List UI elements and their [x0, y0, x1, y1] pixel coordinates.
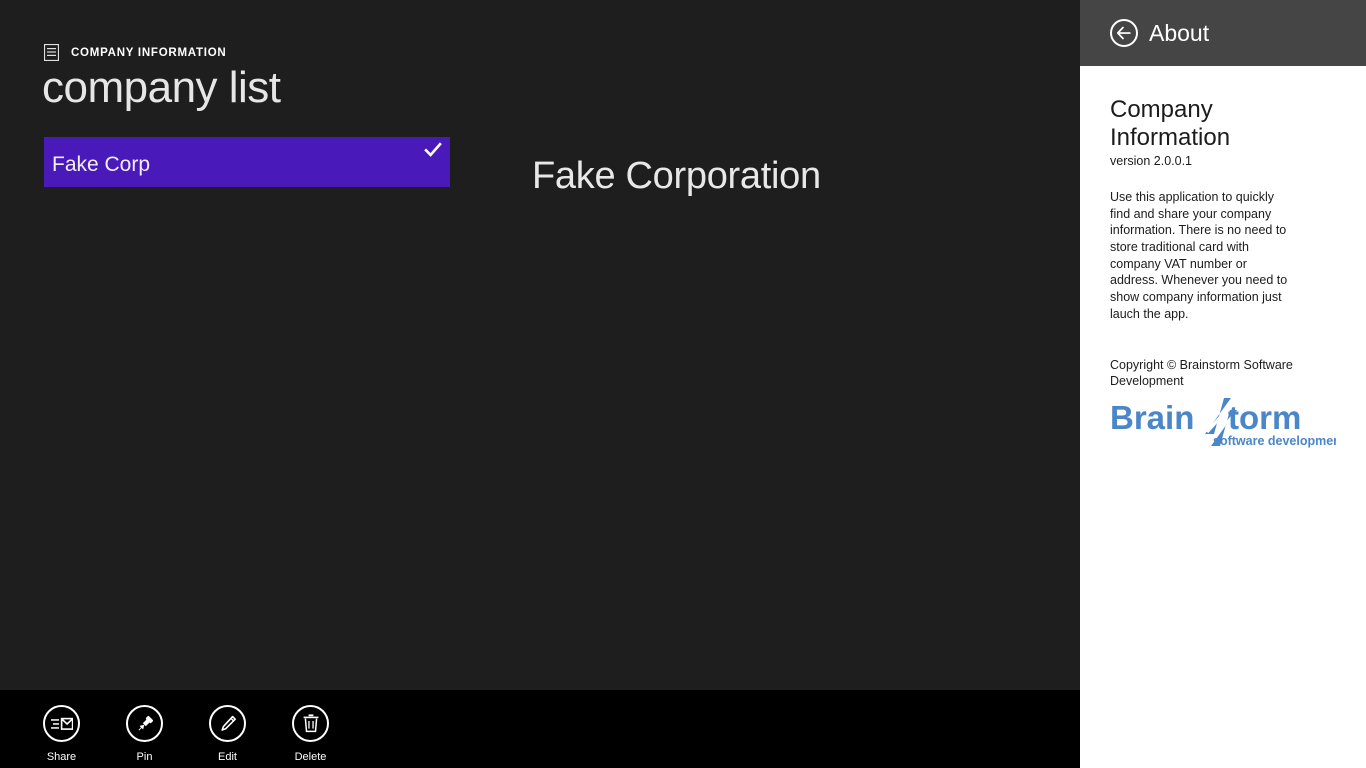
page-kicker: COMPANY INFORMATION [71, 46, 227, 59]
brainstorm-logo-tagline: software development [1213, 434, 1336, 448]
about-flyout: About Company Information version 2.0.0.… [1080, 0, 1366, 768]
brainstorm-logo-text-after: torm [1228, 399, 1301, 436]
app-surface: COMPANY INFORMATION company list Fake Co… [0, 0, 1080, 768]
share-button[interactable]: Share [20, 705, 103, 763]
brainstorm-logo-text-before: Brain [1110, 399, 1194, 436]
about-flyout-header: About [1080, 0, 1366, 66]
back-arrow-icon[interactable] [1110, 19, 1138, 47]
list-document-icon [43, 43, 60, 62]
share-mail-icon [43, 705, 80, 742]
trash-icon [292, 705, 329, 742]
share-button-label: Share [46, 751, 77, 763]
pushpin-icon [126, 705, 163, 742]
list-item-label: Fake Corp [52, 153, 151, 176]
about-description: Use this application to quickly find and… [1110, 190, 1288, 321]
edit-button-label: Edit [218, 751, 237, 763]
screen: COMPANY INFORMATION company list Fake Co… [0, 0, 1366, 768]
checkmark-icon [424, 141, 442, 159]
delete-button-label: Delete [294, 751, 327, 763]
about-copyright: Copyright © Brainstorm Software Developm… [1110, 358, 1293, 389]
edit-button[interactable]: Edit [186, 705, 269, 763]
app-bar: Share Pin Edit Delete [0, 690, 1080, 768]
company-detail: Fake Corporation [532, 155, 821, 198]
about-app-name: Company Information [1110, 96, 1231, 151]
page-header: COMPANY INFORMATION [43, 43, 227, 62]
pin-button-label: Pin [136, 751, 153, 763]
page-title: company list [42, 63, 281, 112]
pencil-icon [209, 705, 246, 742]
brainstorm-logo: Brain torm software development [1110, 397, 1336, 448]
about-version: version 2.0.0.1 [1110, 154, 1192, 169]
pin-button[interactable]: Pin [103, 705, 186, 763]
delete-button[interactable]: Delete [269, 705, 352, 763]
about-flyout-title: About [1149, 19, 1210, 46]
company-detail-title: Fake Corporation [532, 155, 821, 197]
company-list: Fake Corp [44, 137, 450, 187]
list-item[interactable]: Fake Corp [44, 137, 450, 187]
about-flyout-body: Company Information version 2.0.0.1 Use … [1080, 66, 1366, 448]
